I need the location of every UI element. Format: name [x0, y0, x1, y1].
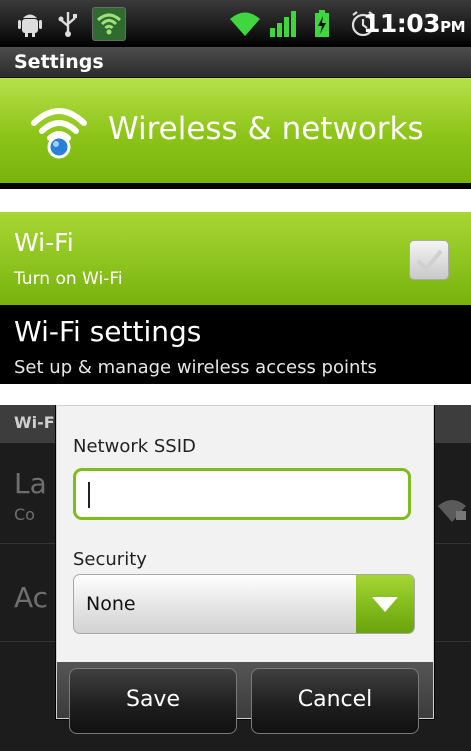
title-bar: Settings	[0, 47, 471, 78]
secured-wifi-icon	[438, 500, 466, 522]
dropdown-button[interactable]	[356, 575, 414, 633]
status-bar: 11:03PM	[0, 0, 471, 47]
usb-icon	[58, 12, 77, 37]
add-network-dialog: Network SSID Security None Save Cancel	[56, 405, 434, 734]
wireless-networks-label: Wireless & networks	[108, 111, 424, 147]
wifi-settings-subtitle: Set up & manage wireless access points	[14, 357, 377, 378]
background-row1-subtitle: Co	[14, 505, 35, 524]
save-button[interactable]: Save	[69, 668, 237, 734]
clock: 11:03PM	[363, 9, 465, 38]
wifi-subtitle: Turn on Wi-Fi	[14, 269, 123, 289]
cell-signal-icon	[270, 11, 296, 37]
wifi-settings-title: Wi-Fi settings	[14, 315, 202, 348]
android-debug-icon	[18, 14, 42, 37]
wireless-networks-screen: Wi-Fi Turn on Wi-Fi Wi-Fi settings Set u…	[0, 212, 471, 384]
wifi-notification-icon	[92, 7, 126, 41]
wireless-networks-item[interactable]: Wireless & networks	[0, 78, 471, 183]
cancel-button-label: Cancel	[297, 687, 373, 712]
wifi-signal-icon	[230, 12, 260, 36]
clock-time: 11:03	[363, 9, 441, 38]
cancel-button[interactable]: Cancel	[251, 668, 419, 734]
clock-ampm: PM	[440, 18, 465, 36]
add-network-screen: Wi-F La Co Ac Network SSID Security None…	[0, 405, 471, 751]
dialog-button-bar: Save Cancel	[57, 662, 433, 734]
security-label: Security	[73, 549, 147, 570]
battery-charging-icon	[315, 10, 329, 37]
chevron-down-icon	[372, 597, 398, 612]
background-header-text: Wi-F	[14, 413, 55, 432]
ssid-input[interactable]	[73, 468, 411, 520]
background-row1-title: La	[14, 467, 47, 500]
settings-screen: 11:03PM Settings Wireless & networks	[0, 0, 471, 189]
wifi-toggle-item[interactable]: Wi-Fi Turn on Wi-Fi	[0, 212, 471, 305]
wifi-title: Wi-Fi	[14, 228, 74, 257]
wifi-checkbox[interactable]	[409, 240, 449, 280]
background-row2-title: Ac	[14, 581, 49, 614]
wifi-settings-item[interactable]: Wi-Fi settings Set up & manage wireless …	[0, 309, 471, 384]
checkmark-icon	[416, 249, 443, 272]
save-button-label: Save	[125, 687, 180, 712]
text-caret	[88, 482, 90, 508]
page-title: Settings	[14, 51, 104, 73]
security-select[interactable]: None	[73, 574, 415, 634]
wireless-icon	[31, 108, 87, 159]
security-selected-value: None	[86, 593, 136, 615]
ssid-label: Network SSID	[73, 436, 196, 457]
